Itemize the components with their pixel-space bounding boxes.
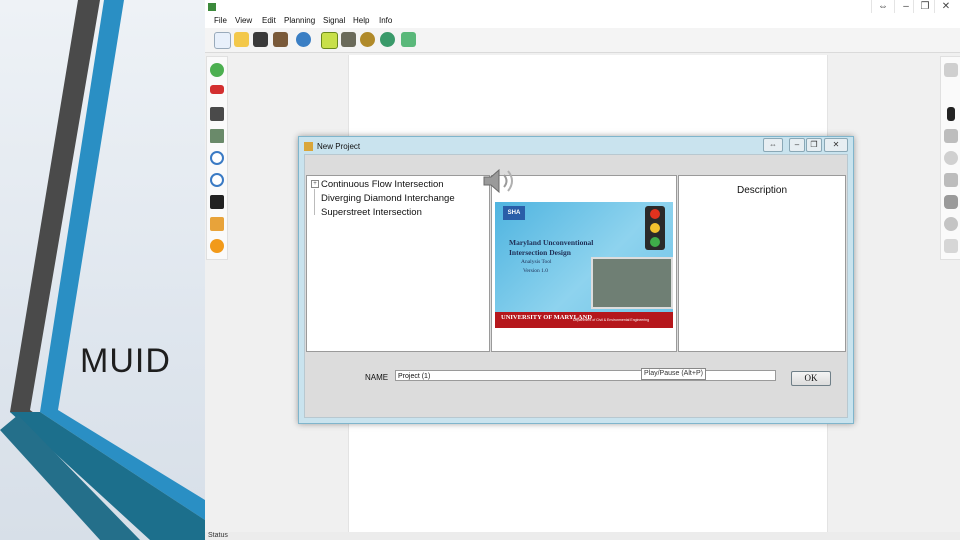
measure-icon[interactable] bbox=[210, 195, 224, 209]
open-icon[interactable] bbox=[234, 32, 249, 47]
edit-icon[interactable] bbox=[273, 32, 288, 47]
dialog-close-button[interactable]: ✕ bbox=[824, 138, 848, 152]
preview-panel: SHA Maryland Unconventional Intersection… bbox=[491, 175, 677, 352]
zoom-in-icon[interactable] bbox=[210, 173, 224, 187]
info-icon[interactable] bbox=[210, 239, 224, 253]
clock-icon[interactable] bbox=[944, 151, 958, 165]
refresh-icon[interactable] bbox=[296, 32, 311, 47]
tree-item-superstreet[interactable]: Superstreet Intersection bbox=[321, 207, 422, 218]
dialog-body: + Continuous Flow Intersection Diverging… bbox=[304, 154, 848, 418]
dialog-icon bbox=[304, 142, 313, 151]
settings-icon[interactable] bbox=[360, 32, 375, 47]
traffic-light-image bbox=[645, 206, 665, 250]
main-toolbar bbox=[205, 28, 960, 53]
tools-icon[interactable] bbox=[341, 32, 356, 47]
menu-bar: File View Edit Planning Signal Help Info bbox=[205, 14, 960, 28]
document-icon[interactable] bbox=[944, 239, 958, 253]
splash-subtitle: Analysis Tool bbox=[521, 259, 552, 265]
ok-button[interactable]: OK bbox=[791, 371, 831, 386]
exit-icon[interactable] bbox=[210, 63, 224, 77]
menu-edit[interactable]: Edit bbox=[262, 16, 276, 25]
car-icon[interactable] bbox=[210, 85, 224, 94]
app-icon bbox=[208, 3, 216, 11]
menu-info[interactable]: Info bbox=[379, 16, 392, 25]
project-name-input[interactable]: Project (1) bbox=[395, 370, 776, 381]
dialog-resize-button[interactable]: ⇔ bbox=[763, 138, 783, 152]
new-project-dialog: New Project ⇔ – ❐ ✕ + Continuous Flow In… bbox=[298, 136, 854, 424]
train-icon[interactable] bbox=[944, 129, 958, 143]
splash-title-line2: Intersection Design bbox=[509, 248, 571, 257]
tree-item-diverging-diamond[interactable]: Diverging Diamond Interchange bbox=[321, 193, 455, 204]
description-title: Description bbox=[736, 185, 788, 196]
maximize-button[interactable]: ❐ bbox=[913, 0, 936, 13]
menu-planning[interactable]: Planning bbox=[284, 16, 315, 25]
menu-view[interactable]: View bbox=[235, 16, 252, 25]
tree-expand-icon[interactable]: + bbox=[311, 180, 319, 188]
slide-title: MUID bbox=[80, 342, 171, 380]
splash-title-line1: Maryland Unconventional bbox=[509, 238, 594, 247]
restore-size-button[interactable]: ⇔ bbox=[871, 0, 894, 13]
speaker-icon[interactable] bbox=[482, 166, 518, 196]
intersection-tree: + Continuous Flow Intersection Diverging… bbox=[306, 175, 490, 352]
sha-logo: SHA bbox=[503, 206, 525, 220]
signal-icon[interactable] bbox=[944, 173, 958, 187]
palette-icon[interactable] bbox=[210, 217, 224, 231]
red-bulb bbox=[650, 209, 660, 219]
help-icon[interactable] bbox=[380, 32, 395, 47]
green-bulb bbox=[650, 237, 660, 247]
tree-item-continuous-flow[interactable]: Continuous Flow Intersection bbox=[321, 179, 444, 190]
vehicle-icon[interactable] bbox=[944, 195, 958, 209]
left-toolbar bbox=[206, 56, 228, 260]
map-icon[interactable] bbox=[210, 129, 224, 143]
dialog-maximize-button[interactable]: ❐ bbox=[806, 138, 822, 152]
dialog-title: New Project bbox=[317, 142, 361, 151]
right-toolbar bbox=[940, 56, 960, 260]
umd-footer: UNIVERSITY OF MARYLAND Department of Civ… bbox=[495, 312, 673, 328]
zoom-out-icon[interactable] bbox=[210, 151, 224, 165]
name-label: NAME bbox=[365, 373, 389, 382]
menu-help[interactable]: Help bbox=[353, 16, 369, 25]
tree-connector bbox=[314, 189, 315, 215]
new-icon[interactable] bbox=[214, 32, 231, 49]
play-pause-tooltip: Play/Pause (Alt+P) bbox=[641, 368, 706, 380]
traffic-light-icon[interactable] bbox=[947, 107, 955, 121]
road-icon[interactable] bbox=[210, 107, 224, 121]
bus-icon[interactable] bbox=[944, 63, 958, 77]
close-button[interactable]: ✕ bbox=[934, 0, 957, 13]
save-icon[interactable] bbox=[253, 32, 268, 47]
slide-background bbox=[0, 0, 205, 540]
decorative-stripes bbox=[0, 0, 205, 540]
play-icon[interactable] bbox=[321, 32, 338, 49]
export-icon[interactable] bbox=[401, 32, 416, 47]
window-titlebar: ⇔ – ❐ ✕ bbox=[205, 0, 960, 15]
pedestrian-icon[interactable] bbox=[944, 217, 958, 231]
dialog-minimize-button[interactable]: – bbox=[789, 138, 805, 152]
yellow-bulb bbox=[650, 223, 660, 233]
status-text: Status bbox=[208, 532, 228, 539]
description-panel: Description bbox=[678, 175, 846, 352]
splash-version: Version 1.0 bbox=[523, 268, 549, 274]
intersection-photo bbox=[591, 257, 673, 309]
separator-icon bbox=[944, 87, 958, 101]
splash-banner: SHA Maryland Unconventional Intersection… bbox=[495, 202, 673, 328]
menu-signal[interactable]: Signal bbox=[323, 16, 345, 25]
menu-file[interactable]: File bbox=[214, 16, 227, 25]
department-name: Department of Civil & Environmental Engi… bbox=[573, 318, 650, 322]
status-bar: Status bbox=[205, 532, 960, 540]
